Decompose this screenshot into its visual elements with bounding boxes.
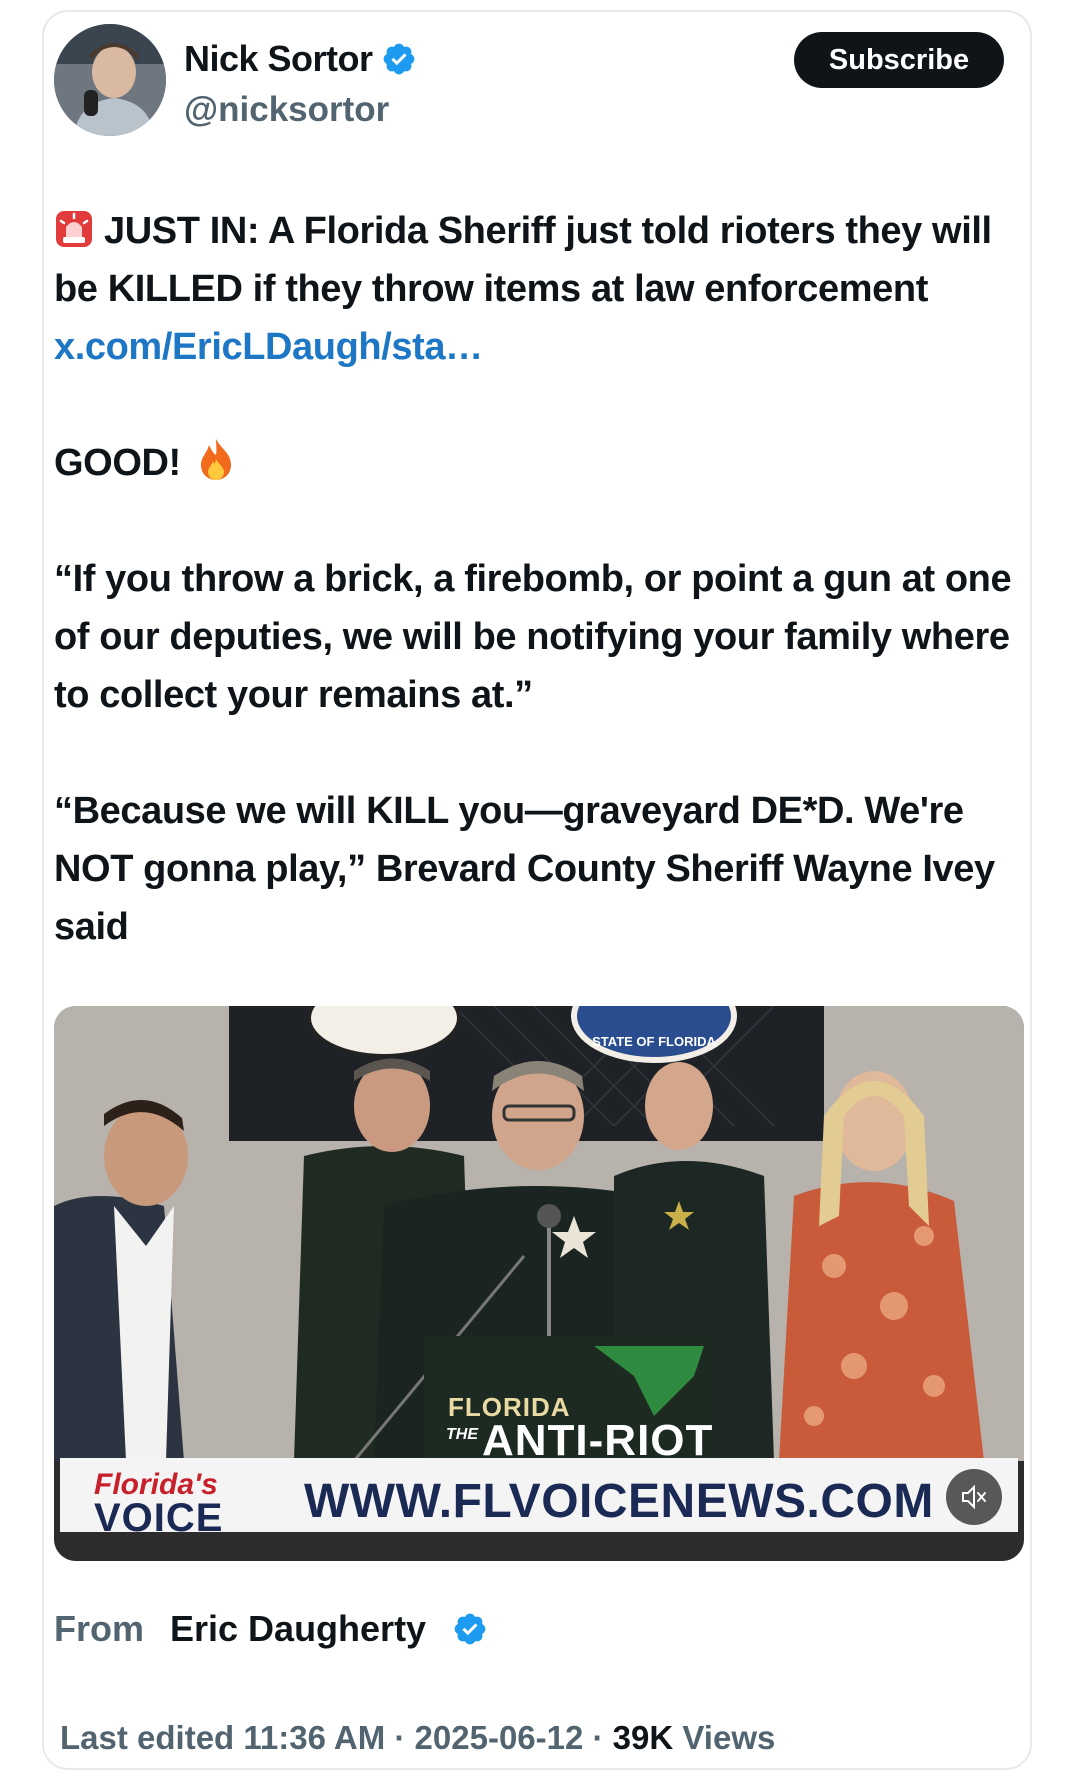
tweet-paragraph-2: GOOD! — [54, 434, 1014, 492]
mute-button[interactable] — [946, 1469, 1002, 1525]
tweet-good-text: GOOD! — [54, 442, 181, 484]
verified-badge-icon — [383, 43, 414, 75]
tweet-text: JUST IN: A Florida Sheriff just told rio… — [54, 202, 1014, 956]
from-label: From — [54, 1608, 144, 1649]
edited-timestamp[interactable]: Last edited 11:36 AM · 2025-06-12 · — [60, 1719, 613, 1756]
banner-url[interactable]: WWW.FLVOICENEWS.COM — [304, 1474, 934, 1529]
banner-logo-bottom: VOICE — [94, 1496, 224, 1540]
verified-badge-icon — [454, 1613, 486, 1645]
tweet-paragraph-3: “If you throw a brick, a firebomb, or po… — [54, 558, 1012, 716]
video-player[interactable]: STATE OF FLORIDA FLORIDA THE ANTI-RIOT F… — [54, 1006, 1024, 1561]
podium-the: THE — [446, 1426, 478, 1443]
tweet-meta: Last edited 11:36 AM · 2025-06-12 · 39K … — [60, 1719, 775, 1757]
author-name-row[interactable]: Nick Sortor — [184, 38, 417, 80]
tweet-paragraph-4: “Because we will KILL you—graveyard DE*D… — [54, 790, 995, 948]
fire-icon — [200, 439, 231, 480]
rotating-light-icon — [56, 211, 92, 247]
author-handle[interactable]: @nicksortor — [184, 90, 389, 130]
views-count: 39K — [612, 1719, 674, 1756]
tweet-card: Nick Sortor @nicksortor Subscribe JUST I… — [42, 10, 1032, 1770]
seal-text: STATE OF FLORIDA — [592, 1034, 716, 1049]
tweet-quoted-link[interactable]: x.com/EricLDaugh/sta… — [54, 326, 483, 368]
subscribe-button[interactable]: Subscribe — [794, 32, 1004, 88]
author-display-name[interactable]: Nick Sortor — [184, 38, 373, 80]
views-label: Views — [673, 1719, 776, 1756]
from-author-name[interactable]: Eric Daugherty — [170, 1608, 426, 1650]
quoted-source-row[interactable]: From Eric Daugherty — [54, 1608, 488, 1650]
tweet-paragraph-1: JUST IN: A Florida Sheriff just told rio… — [54, 202, 1014, 376]
tweet-line1-text: JUST IN: A Florida Sheriff just told rio… — [54, 210, 992, 310]
podium-line2: ANTI-RIOT — [482, 1416, 714, 1461]
avatar[interactable] — [54, 24, 166, 136]
speaker-muted-icon — [962, 1484, 986, 1510]
